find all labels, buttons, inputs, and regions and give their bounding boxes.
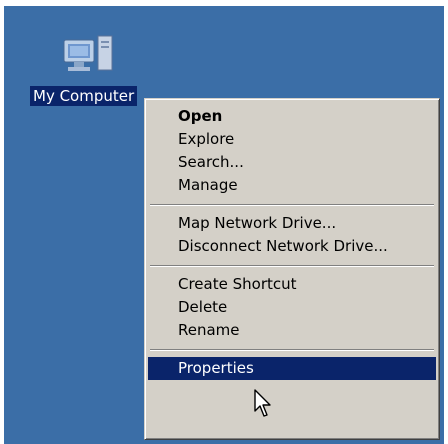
my-computer-label[interactable]: My Computer <box>30 86 138 106</box>
menu-item-disconnect-network-drive[interactable]: Disconnect Network Drive... <box>148 235 436 258</box>
desktop: My Computer Open Explore Search... Manage Ma… <box>0 0 448 444</box>
menu-item-properties[interactable]: Properties <box>148 357 436 380</box>
window-frame-right <box>444 0 448 444</box>
window-frame-left <box>0 0 4 444</box>
menu-item-rename[interactable]: Rename <box>148 319 436 342</box>
menu-item-open[interactable]: Open <box>148 105 436 128</box>
context-menu: Open Explore Search... Manage Map Network Dr… <box>144 98 440 440</box>
window-frame-top <box>0 0 448 6</box>
arrow-cursor-icon <box>254 389 271 417</box>
menu-item-map-network-drive[interactable]: Map Network Drive... <box>148 212 436 235</box>
menu-item-explore[interactable]: Explore <box>148 128 436 151</box>
menu-separator <box>150 204 434 206</box>
menu-item-search[interactable]: Search... <box>148 151 436 174</box>
menu-item-manage[interactable]: Manage <box>148 174 436 197</box>
my-computer-icon[interactable] <box>60 26 120 82</box>
menu-item-delete[interactable]: Delete <box>148 296 436 319</box>
menu-separator <box>150 265 434 267</box>
menu-separator <box>150 349 434 351</box>
menu-item-create-shortcut[interactable]: Create Shortcut <box>148 273 436 296</box>
